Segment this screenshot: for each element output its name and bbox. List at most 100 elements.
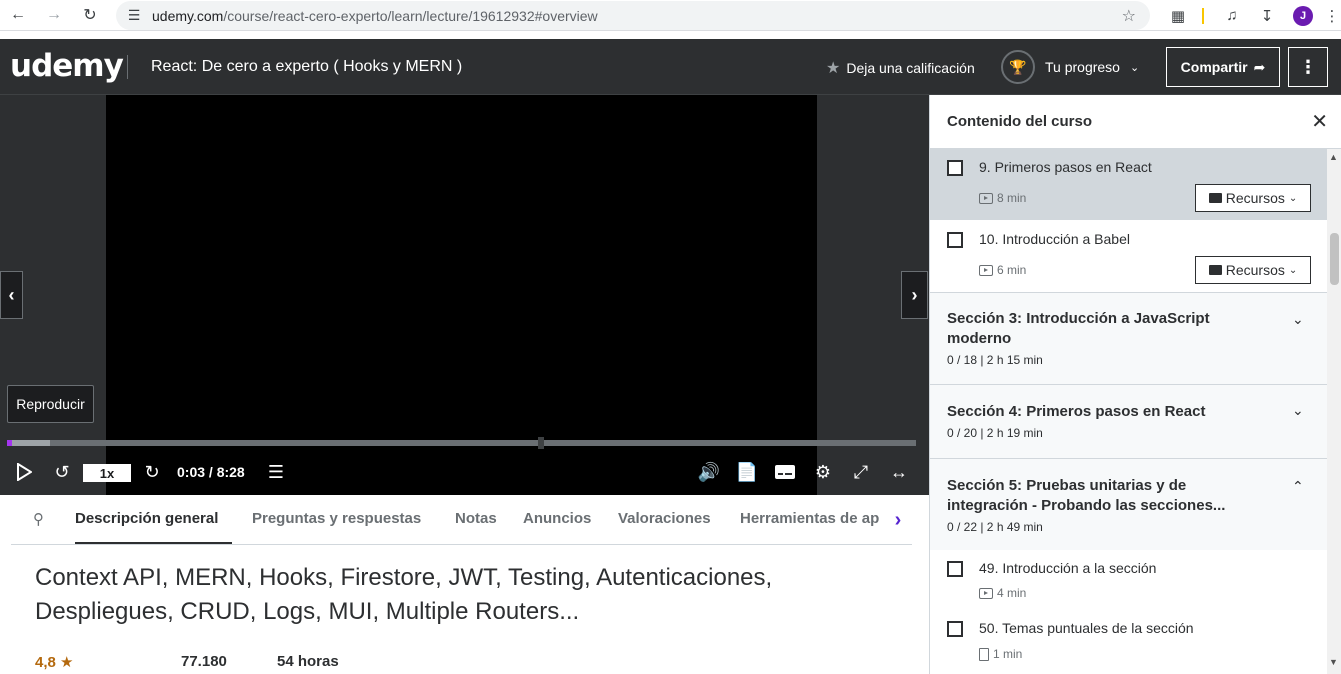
divider-icon [1196, 0, 1210, 31]
previous-lecture-button[interactable]: ‹ [0, 271, 23, 319]
settings-gear-icon[interactable]: ⚙ [811, 459, 835, 485]
chevron-down-icon: ⌄ [1288, 264, 1298, 276]
forward-icon[interactable]: → [36, 0, 72, 31]
rewind-icon[interactable]: ↺ [51, 459, 73, 485]
lecture-title: 49. Introducción a la sección [979, 560, 1157, 576]
resources-label: Recursos [1225, 190, 1285, 206]
tab-reviews[interactable]: Valoraciones [618, 510, 711, 527]
search-icon[interactable]: ⚲ [33, 510, 44, 528]
rating-star-icon: ★ [60, 654, 74, 671]
rating-value: 4,8 ★ [35, 653, 73, 671]
captions-icon[interactable] [773, 459, 797, 485]
video-icon [979, 587, 993, 599]
expand-width-icon[interactable]: ↔ [886, 459, 912, 485]
address-bar[interactable]: ☰ udemy.com/course/react-cero-experto/le… [116, 1, 1150, 30]
volume-icon[interactable]: 🔊 [697, 459, 721, 485]
folder-icon [1208, 265, 1222, 275]
course-headline: Context API, MERN, Hooks, Firestore, JWT… [35, 564, 773, 625]
course-content-sidebar: Contenido del curso ✕ 9. Primeros pasos … [929, 95, 1341, 674]
lecture-checkbox[interactable] [947, 621, 963, 637]
extensions-icon[interactable]: ▦ [1163, 0, 1193, 31]
site-info-icon[interactable]: ☰ [116, 7, 152, 24]
lecture-duration: 1 min [979, 647, 1022, 661]
lecture-item[interactable]: 50. Temas puntuales de la sección 1 min [930, 610, 1327, 674]
section-header[interactable]: Sección 5: Pruebas unitarias y de integr… [930, 458, 1327, 550]
section-meta: 0 / 20 | 2 h 19 min [947, 426, 1043, 440]
chevron-up-icon: ⌃ [1292, 478, 1304, 494]
bookmark-star-icon[interactable]: ☆ [1122, 6, 1136, 26]
progress-bar[interactable] [7, 437, 916, 449]
chevron-down-icon: ⌄ [1292, 402, 1304, 418]
course-title[interactable]: React: De cero a experto ( Hooks y MERN … [151, 58, 462, 76]
star-icon: ★ [826, 60, 841, 77]
lecture-title: 50. Temas puntuales de la sección [979, 620, 1194, 636]
students-count: 77.180 [181, 653, 227, 670]
add-note-icon[interactable]: ☰ [264, 459, 288, 485]
forward-icon[interactable]: ↻ [141, 459, 163, 485]
lecture-item[interactable]: 10. Introducción a Babel 6 min Recursos ⌄ [930, 220, 1327, 292]
rate-course-button[interactable]: ★ Deja una calificación [826, 58, 975, 78]
tab-announcements[interactable]: Anuncios [523, 510, 591, 527]
media-queue-icon[interactable]: ♫ [1217, 0, 1247, 31]
tab-qa[interactable]: Preguntas y respuestas [252, 510, 421, 527]
fullscreen-icon[interactable]: ⤢ [849, 459, 873, 485]
profile-button[interactable]: J [1288, 0, 1318, 31]
lecture-item[interactable]: 9. Primeros pasos en React 8 min Recurso… [930, 149, 1327, 220]
scroll-up-icon[interactable]: ▲ [1329, 152, 1338, 162]
share-button[interactable]: Compartir ➦ [1166, 47, 1280, 87]
section-meta: 0 / 18 | 2 h 15 min [947, 353, 1043, 367]
lecture-title: 10. Introducción a Babel [979, 231, 1130, 247]
browser-menu-icon[interactable]: ⋮ [1323, 0, 1341, 31]
share-arrow-icon: ➦ [1253, 58, 1266, 75]
avatar: J [1293, 5, 1313, 26]
section-header[interactable]: Sección 3: Introducción a JavaScript mod… [930, 292, 1327, 384]
lecture-item[interactable]: 49. Introducción a la sección 4 min [930, 550, 1327, 610]
folder-icon [1208, 193, 1222, 203]
active-tab-indicator [75, 542, 232, 544]
back-icon[interactable]: ← [0, 0, 36, 31]
lecture-checkbox[interactable] [947, 160, 963, 176]
header-divider [127, 55, 128, 79]
udemy-logo[interactable]: udemy [10, 48, 124, 84]
playback-speed-button[interactable]: 1x [83, 464, 131, 482]
tab-tools[interactable]: Herramientas de ap [740, 510, 879, 527]
rating-number: 4,8 [35, 654, 56, 671]
lecture-checkbox[interactable] [947, 232, 963, 248]
play-tooltip: Reproducir [7, 385, 94, 423]
tab-notes[interactable]: Notas [455, 510, 497, 527]
more-options-button[interactable]: ⋮ [1288, 47, 1328, 87]
sidebar-header: Contenido del curso ✕ [930, 95, 1341, 149]
chevron-down-icon: ⌄ [1129, 61, 1140, 74]
resources-button[interactable]: Recursos ⌄ [1195, 256, 1311, 284]
video-player: ‹ › Reproducir ↺ 1x ↻ 0:03 / 8:28 ☰ 🔊 📄 … [0, 95, 929, 495]
next-lecture-button[interactable]: › [901, 271, 928, 319]
progress-label: Tu progreso [1045, 59, 1120, 75]
video-icon [979, 264, 993, 276]
section-header[interactable]: Sección 4: Primeros pasos en React 0 / 2… [930, 384, 1327, 458]
close-icon[interactable]: ✕ [1311, 109, 1328, 134]
duration-text: 1 min [993, 647, 1023, 661]
buffer-fill [7, 440, 50, 446]
play-icon[interactable] [14, 459, 34, 485]
trophy-icon: 🏆 [1001, 50, 1035, 84]
rate-course-label: Deja una calificación [846, 60, 975, 76]
tabs-scroll-right-icon[interactable]: › [884, 504, 912, 536]
played-fill [7, 440, 13, 446]
resources-button[interactable]: Recursos ⌄ [1195, 184, 1311, 212]
reload-icon[interactable]: ↻ [72, 0, 108, 31]
progress-dropdown[interactable]: 🏆 Tu progreso ⌄ [1001, 49, 1139, 85]
lecture-tabs: ⚲ Descripción general Preguntas y respue… [11, 498, 912, 545]
sidebar-scrollbar[interactable]: ▲ ▼ [1327, 149, 1341, 674]
download-icon[interactable]: ↧ [1252, 0, 1282, 31]
lecture-checkbox[interactable] [947, 561, 963, 577]
url-host: udemy.com [152, 7, 224, 24]
lecture-duration: 4 min [979, 586, 1026, 600]
tab-overview[interactable]: Descripción general [75, 510, 218, 527]
url-path: /course/react-cero-experto/learn/lecture… [223, 7, 598, 24]
scroll-down-icon[interactable]: ▼ [1329, 657, 1338, 667]
video-area[interactable] [106, 95, 817, 495]
scrollbar-thumb[interactable] [1330, 233, 1339, 285]
sidebar-title: Contenido del curso [947, 113, 1093, 130]
transcript-icon[interactable]: 📄 [736, 459, 758, 485]
section-title: Sección 3: Introducción a JavaScript mod… [947, 310, 1210, 347]
